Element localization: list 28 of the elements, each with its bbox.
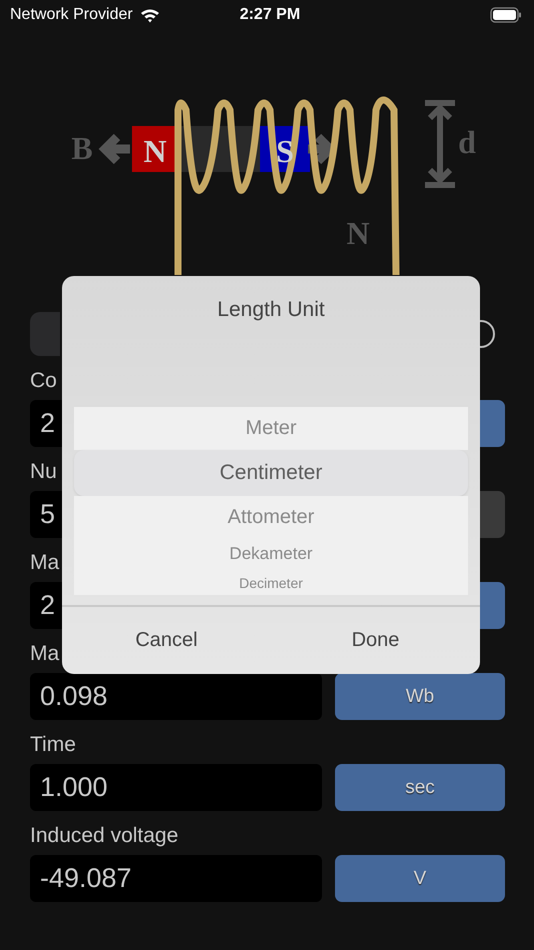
picker-option[interactable]: Meter <box>74 407 468 450</box>
field-label: Nu <box>30 459 57 485</box>
north-pole-label: N <box>143 133 167 169</box>
wifi-icon <box>140 8 160 22</box>
field-label: Time <box>30 732 76 758</box>
field-label: Ma <box>30 641 60 667</box>
picker-option[interactable]: Centimeter <box>74 450 468 496</box>
picker-option[interactable]: Attometer <box>74 496 468 538</box>
field-label: B <box>71 130 93 166</box>
field-label: Ma <box>30 550 60 576</box>
field-label: Induced voltage <box>30 823 178 849</box>
field-label: Co <box>30 368 57 394</box>
turns-label: N <box>346 215 370 251</box>
value-field[interactable]: 1.000 <box>30 764 322 811</box>
carrier-name: Network Provider <box>10 6 133 24</box>
cancel-button[interactable]: Cancel <box>62 607 271 674</box>
picker-option[interactable]: Dekameter <box>74 538 468 570</box>
clock-time: 2:27 PM <box>240 6 300 24</box>
picker-option[interactable]: Decimeter <box>74 570 468 595</box>
value-field[interactable]: 0.098 <box>30 673 322 720</box>
unit-button[interactable]: V <box>335 855 505 902</box>
battery-icon <box>490 7 522 23</box>
value-field[interactable]: -49.087 <box>30 855 322 902</box>
distance-label: d <box>458 124 476 160</box>
unit-button[interactable]: sec <box>335 764 505 811</box>
unit-button[interactable]: Wb <box>335 673 505 720</box>
done-button[interactable]: Done <box>271 607 480 674</box>
dialog-title: Length Unit <box>216 298 326 322</box>
